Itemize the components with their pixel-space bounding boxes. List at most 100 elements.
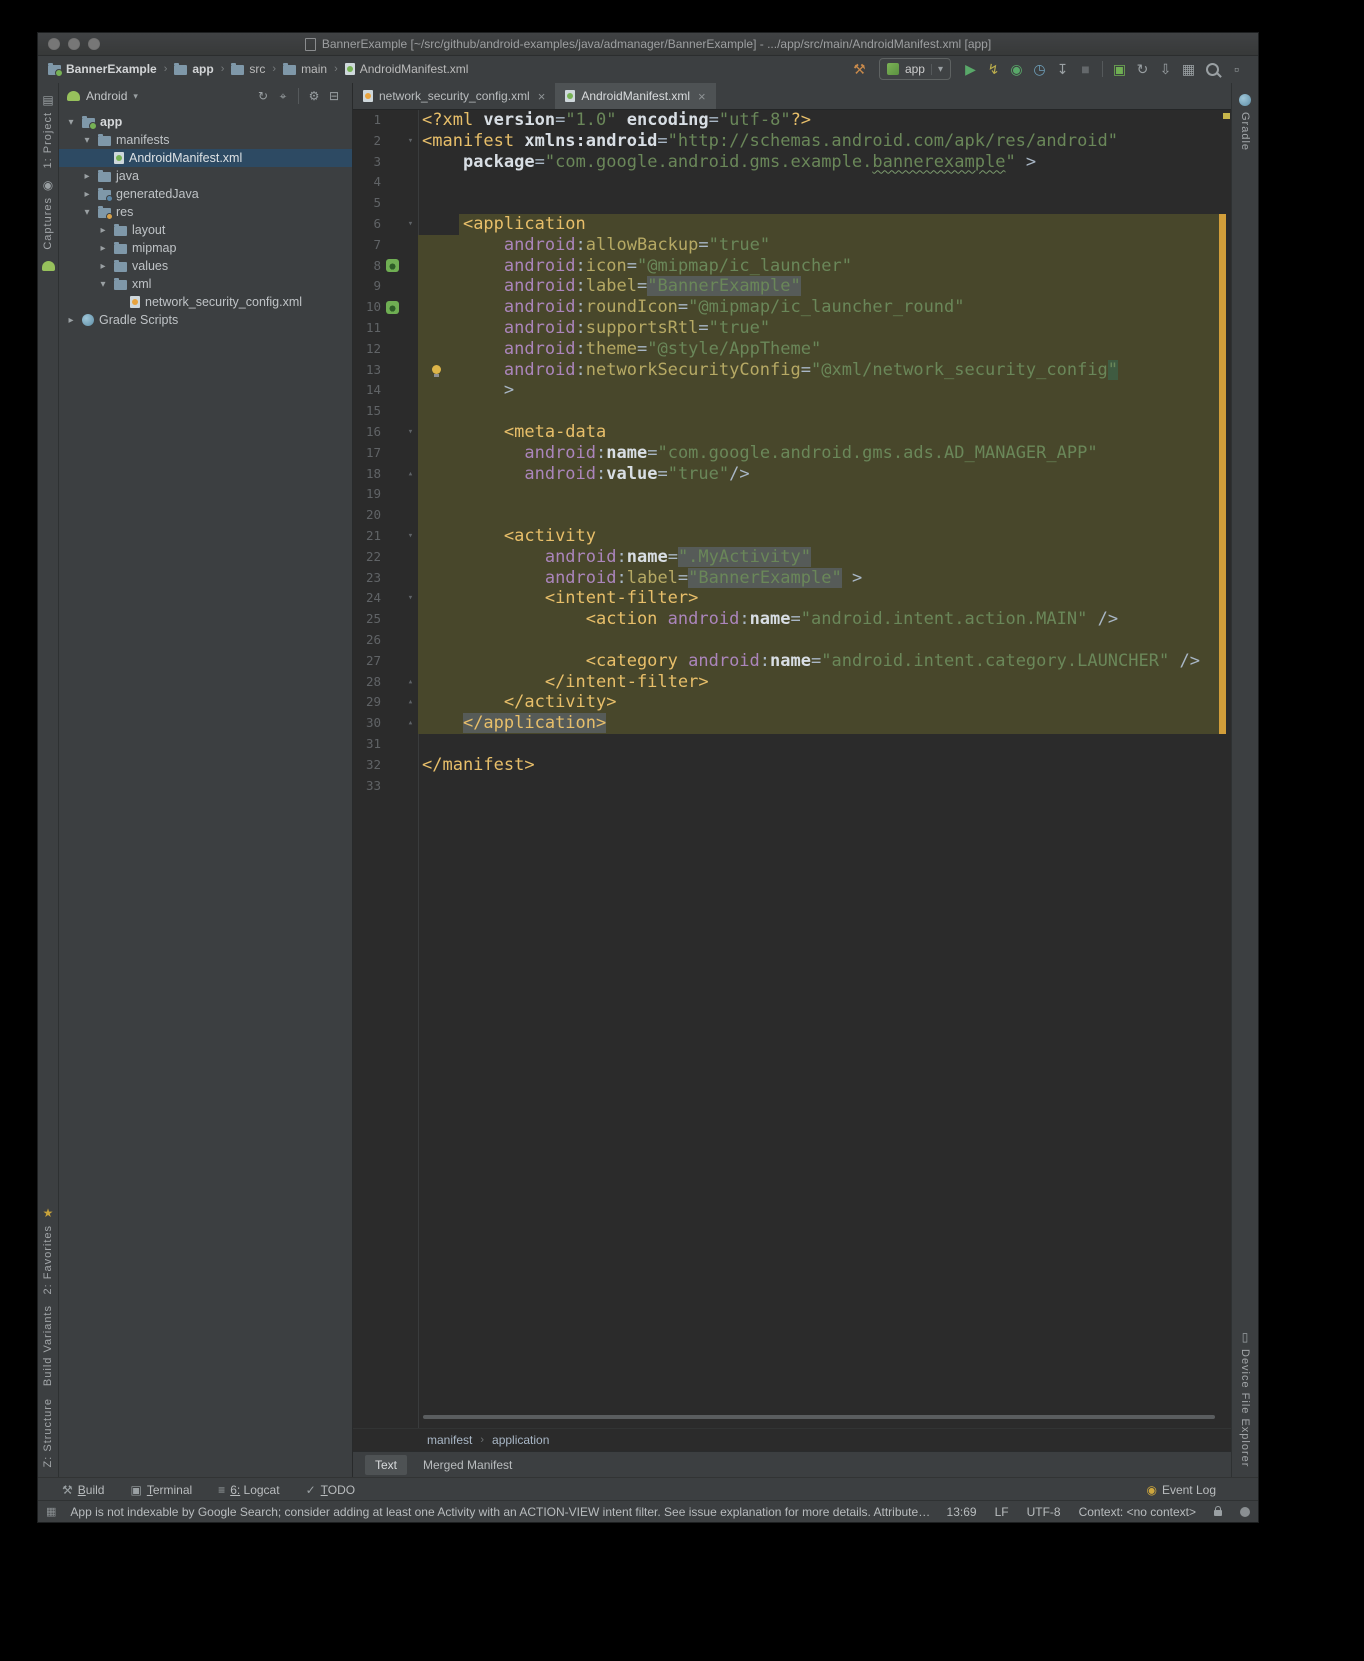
tree-arrow-icon[interactable]: ▸	[65, 315, 77, 326]
avd-manager-button[interactable]: ▣	[1108, 59, 1131, 79]
tree-arrow-icon[interactable]: ▸	[81, 189, 93, 200]
code-text[interactable]: android:name="com.google.android.gms.ads…	[418, 443, 1223, 464]
stripe-button-2-favorites[interactable]: ★2: Favorites	[42, 1207, 54, 1294]
zoom-window-button[interactable]	[88, 38, 100, 50]
locate-icon[interactable]: ⌖	[273, 86, 293, 106]
tree-item-manifests[interactable]: ▾manifests	[59, 131, 352, 149]
code-text[interactable]	[418, 484, 1223, 505]
tree-arrow-icon[interactable]: ▸	[97, 261, 109, 272]
toolwindow-button-todo[interactable]: ✓TODO	[306, 1483, 356, 1497]
breadcrumb-manifest-tag[interactable]: manifest	[427, 1433, 472, 1447]
stripe-button-z-structure[interactable]: Z: Structure	[42, 1398, 54, 1467]
code-text[interactable]: <?xml version="1.0" encoding="utf-8"?>	[418, 110, 1223, 131]
code-text[interactable]	[418, 630, 1223, 651]
code-text[interactable]: <activity	[418, 526, 1223, 547]
code-text[interactable]: android:icon="@mipmap/ic_launcher"	[418, 256, 1223, 277]
tree-item-mipmap[interactable]: ▸mipmap	[59, 239, 352, 257]
profile-button[interactable]: ◷	[1028, 59, 1051, 79]
breadcrumb-main[interactable]: main	[283, 62, 327, 76]
breadcrumb-project[interactable]: BannerExample	[48, 62, 157, 76]
toolwindow-button-build[interactable]: ⚒Build	[62, 1483, 104, 1497]
tree-item-xml[interactable]: ▾xml	[59, 275, 352, 293]
toolwindow-button-6-logcat[interactable]: ≡6: Logcat	[218, 1483, 279, 1497]
tab-merged-manifest[interactable]: Merged Manifest	[413, 1455, 522, 1475]
tree-arrow-icon[interactable]: ▸	[81, 171, 93, 182]
code-text[interactable]: <meta-data	[418, 422, 1223, 443]
tab-android-manifest-xml[interactable]: AndroidManifest.xml ×	[555, 83, 715, 109]
fold-marker-icon[interactable]: ▾	[403, 214, 418, 235]
run-config-selector[interactable]: app ▾	[879, 58, 951, 80]
tree-item-androidmanifest-xml[interactable]: AndroidManifest.xml	[59, 149, 352, 167]
tool-windows-button[interactable]: ▫	[1225, 59, 1248, 79]
context-indicator[interactable]: Context: <no context>	[1079, 1505, 1196, 1519]
code-text[interactable]: android:theme="@style/AppTheme"	[418, 339, 1223, 360]
tree-arrow-icon[interactable]: ▾	[81, 135, 93, 146]
toolwindow-button-event-log[interactable]: ◉ Event Log	[1146, 1483, 1216, 1497]
launcher-icon-preview[interactable]	[386, 301, 399, 314]
tree-item-network-security-config-xml[interactable]: network_security_config.xml	[59, 293, 352, 311]
code-text[interactable]: </intent-filter>	[418, 672, 1223, 693]
fold-marker-icon[interactable]: ▾	[403, 526, 418, 547]
tree-arrow-icon[interactable]: ▸	[97, 243, 109, 254]
toolwindow-switcher-icon[interactable]: ▦	[46, 1505, 56, 1518]
code-text[interactable]	[418, 734, 1223, 755]
stripe-button-build-variants[interactable]: Build Variants	[42, 1305, 54, 1386]
tree-arrow-icon[interactable]: ▸	[97, 225, 109, 236]
tree-arrow-icon[interactable]: ▾	[65, 117, 77, 128]
file-encoding-indicator[interactable]: UTF-8	[1027, 1505, 1061, 1519]
close-icon[interactable]: ×	[538, 89, 546, 104]
code-text[interactable]: android:label="BannerExample"	[418, 276, 1223, 297]
tree-item-gradle-scripts[interactable]: ▸Gradle Scripts	[59, 311, 352, 329]
attach-debugger-button[interactable]: ↧	[1051, 59, 1074, 79]
fold-marker-icon[interactable]: ▾	[403, 588, 418, 609]
editor-content[interactable]: 1<?xml version="1.0" encoding="utf-8"?>2…	[353, 110, 1231, 1428]
stripe-button-1-project[interactable]: ▤1: Project	[42, 94, 55, 168]
code-text[interactable]: <intent-filter>	[418, 588, 1223, 609]
code-text[interactable]	[418, 776, 1223, 797]
horizontal-scrollbar[interactable]	[423, 1415, 1215, 1419]
wrench-icon[interactable]: ⚒	[848, 59, 871, 79]
close-window-button[interactable]	[48, 38, 60, 50]
code-text[interactable]: android:supportsRtl="true"	[418, 318, 1223, 339]
stop-button[interactable]: ■	[1074, 59, 1097, 79]
search-button[interactable]	[1206, 63, 1219, 76]
code-text[interactable]: android:allowBackup="true"	[418, 235, 1223, 256]
stripe-button-captures[interactable]: ◉Captures	[42, 179, 55, 250]
fold-marker-icon[interactable]: ▾	[403, 422, 418, 443]
code-text[interactable]: </manifest>	[418, 755, 1223, 776]
warning-stripe-mark[interactable]	[1223, 113, 1230, 119]
code-text[interactable]: <application	[418, 214, 1223, 235]
code-text[interactable]	[418, 401, 1223, 422]
line-separator-indicator[interactable]: LF	[995, 1505, 1009, 1519]
breadcrumb-file[interactable]: AndroidManifest.xml	[345, 62, 469, 76]
stripe-button-gradle[interactable]: Gradle	[1239, 94, 1251, 151]
stripe-button-device-file-explorer[interactable]: ▯Device File Explorer	[1239, 1331, 1251, 1467]
code-text[interactable]: android:value="true"/>	[418, 464, 1223, 485]
code-text[interactable]: <category android:name="android.intent.c…	[418, 651, 1223, 672]
sdk-manager-button[interactable]: ⇩	[1154, 59, 1177, 79]
intention-bulb-icon[interactable]	[432, 365, 441, 374]
code-text[interactable]	[418, 505, 1223, 526]
fold-marker-icon[interactable]: ▴	[403, 464, 418, 485]
code-text[interactable]: </activity>	[418, 692, 1223, 713]
tab-text[interactable]: Text	[365, 1455, 407, 1475]
tree-item-app[interactable]: ▾app	[59, 113, 352, 131]
code-text[interactable]: <manifest xmlns:android="http://schemas.…	[418, 131, 1223, 152]
breadcrumb-application-tag[interactable]: application	[492, 1433, 549, 1447]
code-text[interactable]: android:networkSecurityConfig="@xml/netw…	[418, 360, 1223, 381]
code-text[interactable]: package="com.google.android.gms.example.…	[418, 152, 1223, 173]
code-text[interactable]: <action android:name="android.intent.act…	[418, 609, 1223, 630]
tab-network-security-config-xml[interactable]: network_security_config.xml ×	[353, 83, 555, 109]
apply-changes-button[interactable]: ↯	[982, 59, 1005, 79]
code-text[interactable]: android:roundIcon="@mipmap/ic_launcher_r…	[418, 297, 1223, 318]
tree-item-java[interactable]: ▸java	[59, 167, 352, 185]
tree-arrow-icon[interactable]: ▾	[97, 279, 109, 290]
layout-inspector-button[interactable]: ▦	[1177, 59, 1200, 79]
fold-marker-icon[interactable]: ▴	[403, 713, 418, 734]
code-area[interactable]: 1<?xml version="1.0" encoding="utf-8"?>2…	[353, 110, 1223, 796]
readonly-lock-icon[interactable]	[1214, 1510, 1222, 1516]
run-button[interactable]: ▶	[959, 59, 982, 79]
tree-arrow-icon[interactable]: ▾	[81, 207, 93, 218]
tree-item-res[interactable]: ▾res	[59, 203, 352, 221]
gradle-sync-button[interactable]: ↻	[1131, 59, 1154, 79]
